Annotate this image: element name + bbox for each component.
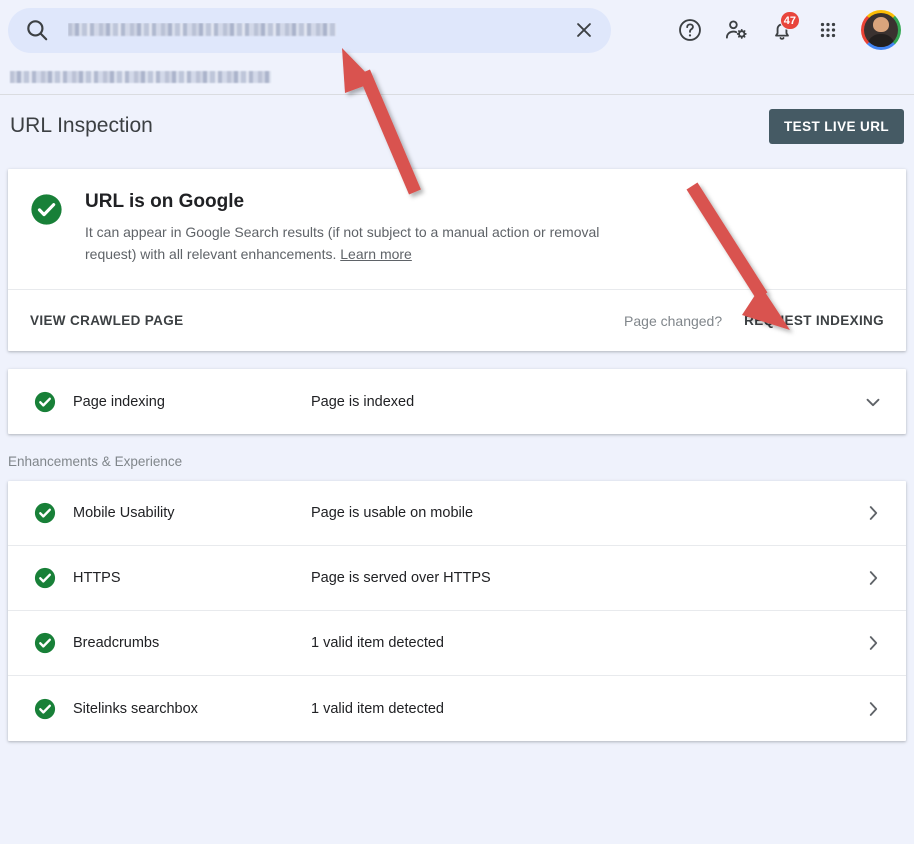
enhancement-row-breadcrumbs[interactable]: Breadcrumbs 1 valid item detected	[8, 611, 906, 676]
url-status-body: URL is on Google It can appear in Google…	[8, 169, 906, 289]
url-inspection-page: 47 URL Inspection TEST LIVE URL URL is o…	[0, 0, 914, 844]
chevron-down-icon[interactable]	[862, 391, 884, 413]
enhancement-label: Mobile Usability	[73, 505, 175, 521]
search-input-value[interactable]	[68, 23, 561, 37]
clear-search-button[interactable]	[561, 8, 607, 52]
enhancement-row-https[interactable]: HTTPS Page is served over HTTPS	[8, 546, 906, 611]
check-circle-icon	[34, 698, 56, 719]
enhancement-value: Page is served over HTTPS	[311, 570, 491, 586]
page-title: URL Inspection	[10, 114, 153, 137]
close-icon	[577, 23, 591, 37]
enhancement-value: Page is usable on mobile	[311, 505, 474, 521]
page-indexing-value: Page is indexed	[311, 393, 415, 410]
grid-apps-icon	[820, 22, 836, 38]
enhancement-value: 1 valid item detected	[311, 700, 444, 717]
search-icon	[27, 20, 48, 41]
url-status-title: URL is on Google	[85, 191, 245, 212]
top-bar-actions: 47	[668, 7, 904, 53]
redacted-url-text	[68, 23, 336, 36]
page-changed-label: Page changed?	[624, 312, 723, 329]
avatar-ring	[861, 10, 901, 50]
top-bar: 47	[0, 0, 914, 60]
url-status-card: URL is on Google It can appear in Google…	[8, 169, 906, 351]
help-button[interactable]	[668, 8, 712, 52]
avatar	[864, 13, 898, 47]
help-circle-icon	[679, 19, 701, 41]
enhancement-label: HTTPS	[73, 570, 121, 586]
learn-more-link[interactable]: Learn more	[340, 246, 412, 262]
enhancement-row-sitelinks-searchbox[interactable]: Sitelinks searchbox 1 valid item detecte…	[8, 676, 906, 741]
chevron-right-icon[interactable]	[862, 567, 884, 589]
url-status-description: It can appear in Google Search results (…	[85, 221, 650, 265]
chevron-right-icon[interactable]	[862, 698, 884, 720]
enhancement-row-mobile-usability[interactable]: Mobile Usability Page is usable on mobil…	[8, 481, 906, 546]
notification-badge: 47	[779, 11, 800, 30]
person-gear-icon	[725, 20, 747, 39]
enhancement-label: Sitelinks searchbox	[73, 700, 198, 717]
account-settings-button[interactable]	[714, 8, 758, 52]
page-indexing-label: Page indexing	[73, 393, 165, 410]
page-indexing-row[interactable]: Page indexing Page is indexed	[8, 369, 906, 434]
chevron-right-icon[interactable]	[862, 502, 884, 524]
apps-button[interactable]	[806, 8, 850, 52]
avatar-button[interactable]	[858, 7, 904, 53]
property-url	[0, 60, 914, 94]
check-circle-icon	[34, 502, 56, 524]
check-circle-icon	[34, 391, 56, 412]
search-field[interactable]	[8, 7, 611, 53]
request-indexing-button[interactable]: REQUEST INDEXING	[744, 313, 884, 328]
notifications-button[interactable]: 47	[760, 8, 804, 52]
enhancements-card: Mobile Usability Page is usable on mobil…	[8, 481, 906, 741]
check-circle-icon	[34, 567, 56, 589]
chevron-right-icon[interactable]	[862, 632, 884, 654]
redacted-property-url	[10, 71, 271, 83]
check-circle-icon	[31, 194, 62, 225]
enhancements-section-label: Enhancements & Experience	[8, 454, 183, 469]
url-status-text: URL is on Google It can appear in Google…	[85, 191, 650, 265]
check-circle-icon	[34, 632, 56, 654]
page-header: URL Inspection TEST LIVE URL	[0, 95, 914, 157]
test-live-url-button[interactable]: TEST LIVE URL	[769, 108, 904, 144]
page-indexing-card: Page indexing Page is indexed	[8, 369, 906, 434]
view-crawled-page-button[interactable]: VIEW CRAWLED PAGE	[30, 313, 183, 328]
url-status-actions: VIEW CRAWLED PAGE Page changed? REQUEST …	[8, 289, 906, 351]
enhancement-value: 1 valid item detected	[311, 635, 444, 651]
enhancement-label: Breadcrumbs	[73, 635, 160, 651]
